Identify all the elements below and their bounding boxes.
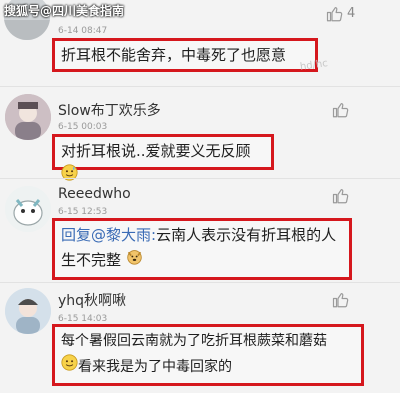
like-count: 4 (347, 6, 356, 21)
comment-2: Slow布丁欢乐多 6-15 00:03 对折耳根说..爱就要义无反顾 (0, 88, 400, 181)
comment-1: 搜狐号@四川美食指南 6-14 08:47 4 折耳根不能舍弃，中毒死了也愿意 … (0, 0, 400, 82)
highlighted-comment-text: 每个暑假回云南就为了吃折耳根蕨菜和蘑菇 看来我是为了中毒回家的 (52, 324, 364, 386)
username[interactable]: Slow布丁欢乐多 (58, 100, 161, 120)
thumbs-up-icon (326, 6, 343, 22)
comment-time: 6-15 14:03 (58, 314, 108, 324)
thumbs-up-icon (332, 292, 349, 308)
highlighted-comment-text: 回复@黎大雨:云南人表示没有折耳根的人 生不完整 (52, 218, 352, 280)
comment-line-1: 回复@黎大雨:云南人表示没有折耳根的人 (61, 223, 343, 248)
comment-4: yhq秋啊啾 6-15 14:03 每个暑假回云南就为了吃折耳根蕨菜和蘑菇 看来… (0, 284, 400, 393)
comment-text: 折耳根不能舍弃，中毒死了也愿意 (61, 46, 287, 64)
highlighted-comment-text: 对折耳根说..爱就要义无反顾 (52, 134, 274, 181)
username[interactable]: Reeedwho (58, 186, 131, 202)
comment-text: 每个暑假回云南就为了吃折耳根蕨菜和蘑菇 (61, 333, 327, 349)
comment-time: 6-15 12:53 (58, 207, 108, 217)
like-button[interactable] (330, 186, 352, 206)
comment-line-1: 每个暑假回云南就为了吃折耳根蕨菜和蘑菇 (61, 329, 355, 354)
source-watermark: 搜狐号@四川美食指南 (4, 4, 125, 18)
dog-face-emoji (126, 248, 143, 273)
avatar[interactable] (5, 94, 51, 140)
like-button[interactable] (324, 4, 346, 24)
comment-line-2: 看来我是为了中毒回家的 (61, 354, 355, 380)
thumbs-up-icon (332, 188, 349, 204)
highlighted-comment-text: 折耳根不能舍弃，中毒死了也愿意 (52, 38, 318, 72)
reply-mention[interactable]: 回复@黎大雨: (61, 226, 156, 244)
comment-text: 云南人表示没有折耳根的人 (156, 226, 337, 244)
divider (0, 282, 400, 283)
comment-text: 看来我是为了中毒回家的 (78, 359, 232, 375)
comment-time: 6-14 08:47 (58, 26, 108, 36)
faint-watermark: hd/hc (299, 58, 329, 73)
like-button[interactable] (330, 290, 352, 310)
username[interactable]: yhq秋啊啾 (58, 290, 126, 310)
like-button[interactable] (330, 100, 352, 120)
divider (0, 178, 400, 179)
comment-time: 6-15 00:03 (58, 122, 108, 132)
comment-line-2: 生不完整 (61, 248, 343, 273)
avatar[interactable] (5, 186, 51, 232)
divider (0, 86, 400, 87)
comment-text: 生不完整 (61, 251, 122, 269)
smile-emoji (61, 354, 78, 380)
thumbs-up-icon (332, 102, 349, 118)
avatar[interactable] (5, 288, 51, 334)
comment-text: 对折耳根说..爱就要义无反顾 (61, 142, 251, 160)
comment-3: Reeedwho 6-15 12:53 回复@黎大雨:云南人表示没有折耳根的人 … (0, 180, 400, 282)
